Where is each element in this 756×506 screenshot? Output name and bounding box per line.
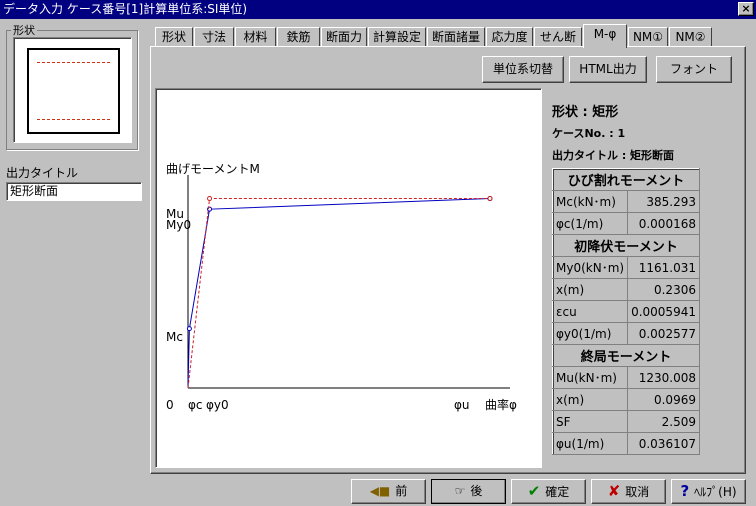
m-phi-curve-line xyxy=(187,198,491,389)
next-label: 後 xyxy=(470,484,483,498)
table-row: Mu(kN･m) 1230.008 xyxy=(551,366,700,389)
top-rebar-line xyxy=(37,62,110,63)
table-row: x(m) 0.0969 xyxy=(551,388,700,411)
mu-value: 1230.008 xyxy=(627,366,700,389)
tab-section-props[interactable]: 断面諸量 xyxy=(427,27,485,47)
tab-dimension[interactable]: 寸法 xyxy=(194,27,234,47)
m-phi-chart-svg: 曲げモーメントM 曲率φ 0 φc φy0 φuMcMy0Mu xyxy=(166,162,517,412)
y-axis-label: 曲げモーメントM xyxy=(166,162,260,176)
phiy0-label: φy0(1/m) xyxy=(551,322,629,345)
prev-arrow-icon: ◀■ xyxy=(369,484,391,498)
series-layer xyxy=(186,196,493,389)
pointing-hand-icon: ☞ xyxy=(454,484,466,498)
tab-stress[interactable]: 応力度 xyxy=(486,27,533,47)
output-title-input[interactable]: 矩形断面 xyxy=(6,182,142,201)
checkmark-icon: ✔ xyxy=(527,482,541,500)
sf-value: 2.509 xyxy=(627,410,700,433)
x1-value: 0.2306 xyxy=(627,278,700,301)
ok-button[interactable]: ✔ 確定 xyxy=(511,479,586,504)
close-icon: × xyxy=(741,2,751,15)
tab-rebar[interactable]: 鉄筋 xyxy=(277,27,320,47)
tab-m-phi[interactable]: M-φ xyxy=(583,24,627,48)
sf-label: SF xyxy=(551,410,629,433)
ok-label: 確定 xyxy=(545,485,570,499)
origin-label: 0 xyxy=(166,398,174,412)
x-axis-label: 曲率φ xyxy=(485,397,517,412)
yield-moment-header: 初降伏モーメント xyxy=(552,234,700,257)
info-shape: 形状 : 矩形 xyxy=(552,105,619,120)
phic-value: 0.000168 xyxy=(627,212,700,235)
phiu-label: φu(1/m) xyxy=(551,432,629,455)
output-title-label: 出力タイトル xyxy=(6,166,79,180)
phiy0-value: 0.002577 xyxy=(627,322,700,345)
idealized-curve-line xyxy=(187,198,490,389)
table-row: εcu 0.0005941 xyxy=(551,300,700,323)
table-row: φu(1/m) 0.036107 xyxy=(551,432,700,455)
html-output-button[interactable]: HTML出力 xyxy=(569,56,647,83)
x-tick-label: φc xyxy=(188,398,203,412)
table-row: φc(1/m) 0.000168 xyxy=(551,212,700,235)
table-row: SF 2.509 xyxy=(551,410,700,433)
tab-material[interactable]: 材料 xyxy=(235,27,276,47)
results-table: ひび割れモーメント Mc(kN･m) 385.293 φc(1/m) 0.00016… xyxy=(551,168,700,455)
ecu-value: 0.0005941 xyxy=(627,300,700,323)
data-point xyxy=(186,326,192,332)
help-label: ﾍﾙﾌﾟ(H) xyxy=(694,485,737,499)
mu-label: Mu(kN･m) xyxy=(551,366,629,389)
prev-button[interactable]: ◀■ 前 xyxy=(351,479,426,504)
mc-value: 385.293 xyxy=(627,190,700,213)
y-tick-label: Mc xyxy=(166,330,183,344)
x1-label: x(m) xyxy=(551,278,629,301)
shape-preview xyxy=(13,37,132,143)
title-bar: データ入力 ケース番号[1]計算単位系:SI単位) × xyxy=(0,0,756,19)
prev-label: 前 xyxy=(395,484,408,498)
ultimate-moment-header: 終局モーメント xyxy=(552,344,700,367)
ecu-label: εcu xyxy=(551,300,629,323)
data-point xyxy=(487,196,493,202)
crack-moment-header: ひび割れモーメント xyxy=(552,168,700,191)
x2-label: x(m) xyxy=(551,388,629,411)
my0-label: My0(kN･m) xyxy=(551,256,629,279)
next-button[interactable]: ☞ 後 xyxy=(431,479,506,504)
tick-label-layer: φc φy0 φuMcMy0Mu xyxy=(166,207,470,412)
phic-label: φc(1/m) xyxy=(551,212,629,235)
info-case: ケースNo. : 1 xyxy=(552,127,626,140)
window-title: データ入力 ケース番号[1]計算単位系:SI単位) xyxy=(3,2,248,16)
cancel-button[interactable]: ✘ 取消 xyxy=(591,479,666,504)
phiu-value: 0.036107 xyxy=(627,432,700,455)
m-phi-chart: 曲げモーメントM 曲率φ 0 φc φy0 φu Mc My0 Mu xyxy=(155,88,542,468)
tab-shear[interactable]: せん断 xyxy=(534,27,582,47)
tab-nm2[interactable]: NM② xyxy=(669,27,712,47)
cross-icon: ✘ xyxy=(607,482,621,500)
font-button[interactable]: フォント xyxy=(656,56,732,83)
table-row: x(m) 0.2306 xyxy=(551,278,700,301)
table-row: φy0(1/m) 0.002577 xyxy=(551,322,700,345)
rectangle-section-icon xyxy=(27,48,120,134)
tab-section-force[interactable]: 断面力 xyxy=(321,27,367,47)
table-row: Mc(kN･m) 385.293 xyxy=(551,190,700,213)
tab-nm1[interactable]: NM① xyxy=(628,27,668,47)
cancel-label: 取消 xyxy=(625,485,650,499)
bottom-rebar-line xyxy=(37,119,110,120)
data-point xyxy=(207,196,213,202)
table-row: My0(kN･m) 1161.031 xyxy=(551,256,700,279)
mc-label: Mc(kN･m) xyxy=(551,190,629,213)
y-tick-label: Mu xyxy=(166,207,184,221)
x2-value: 0.0969 xyxy=(627,388,700,411)
my0-value: 1161.031 xyxy=(627,256,700,279)
help-button[interactable]: ? ﾍﾙﾌﾟ(H) xyxy=(671,479,746,504)
shape-group-label: 形状 xyxy=(11,22,37,38)
question-mark-icon: ? xyxy=(680,482,690,500)
tab-calc-settings[interactable]: 計算設定 xyxy=(368,27,426,47)
tab-shape[interactable]: 形状 xyxy=(155,27,193,47)
close-button[interactable]: × xyxy=(738,2,754,16)
x-tick-label: φu xyxy=(454,398,470,412)
info-output-title: 出力タイトル : 矩形断面 xyxy=(552,149,675,162)
unit-switch-button[interactable]: 単位系切替 xyxy=(482,56,564,83)
x-tick-label: φy0 xyxy=(206,398,229,412)
